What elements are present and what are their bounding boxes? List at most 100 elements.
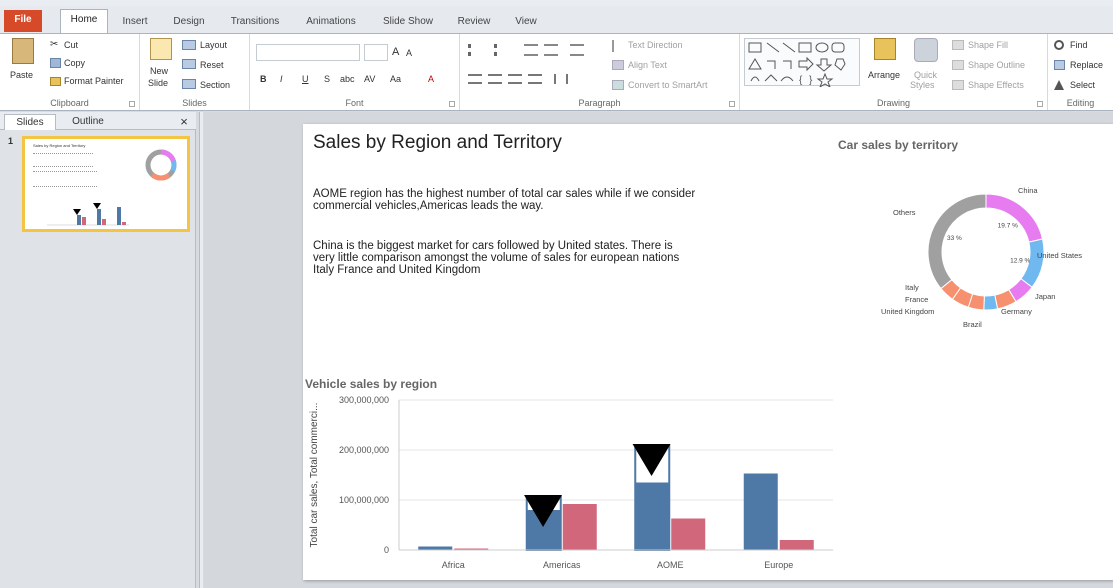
bold-button[interactable]: B: [260, 72, 267, 86]
tab-file[interactable]: File: [4, 10, 42, 32]
grow-font-button[interactable]: A: [392, 45, 399, 59]
decrease-indent-icon[interactable]: [524, 44, 538, 56]
donut-slice-china[interactable]: [985, 193, 1044, 243]
y-tick-label: 200,000,000: [339, 445, 389, 455]
thumbnail-text-1: [33, 153, 93, 167]
tab-animations[interactable]: Animations: [298, 12, 364, 34]
donut-label: Brazil: [963, 320, 982, 329]
donut-percent-label: 12.9 %: [1010, 257, 1030, 264]
columns-icon[interactable]: [554, 74, 568, 84]
donut-label: France: [905, 295, 928, 304]
bar-europe-series-1[interactable]: [743, 473, 778, 551]
font-color-button[interactable]: A: [428, 72, 434, 86]
font-size-combo[interactable]: [364, 44, 388, 61]
editing-label: Editing: [1066, 98, 1095, 108]
justify-icon[interactable]: [528, 74, 542, 84]
svg-text:}: }: [809, 75, 813, 86]
tab-slides-pane[interactable]: Slides: [4, 114, 56, 130]
tab-review[interactable]: Review: [452, 12, 496, 34]
shapes-gallery[interactable]: { }: [744, 38, 860, 89]
shape-fill-button[interactable]: Shape Fill: [968, 38, 1008, 52]
line-spacing-icon[interactable]: [570, 44, 584, 56]
tab-outline-pane[interactable]: Outline: [60, 114, 116, 130]
bar-aome-series-1[interactable]: [635, 482, 670, 551]
paragraph-group: Text Direction Align Text Convert to Sma…: [460, 34, 740, 110]
font-group: A A B I U S abc AV Aa A Font: [250, 34, 460, 110]
x-tick-label: Americas: [543, 560, 581, 570]
donut-label: United States: [1037, 251, 1082, 260]
tab-home[interactable]: Home: [60, 9, 108, 34]
font-launcher-icon[interactable]: [449, 101, 455, 107]
slide-paragraph-2[interactable]: China is the biggest market for cars fol…: [313, 240, 693, 276]
text-direction-button[interactable]: Text Direction: [628, 38, 683, 52]
y-tick-label: 0: [384, 545, 389, 555]
slide-number: 1: [8, 136, 14, 146]
bullets-icon[interactable]: [468, 44, 482, 56]
paste-button[interactable]: Paste: [10, 68, 33, 82]
pane-tabs: Slides Outline ×: [0, 112, 196, 130]
tab-transitions[interactable]: Transitions: [224, 12, 286, 34]
tab-design[interactable]: Design: [166, 12, 212, 34]
tab-insert[interactable]: Insert: [115, 12, 155, 34]
shape-outline-button[interactable]: Shape Outline: [968, 58, 1025, 72]
align-right-icon[interactable]: [508, 74, 522, 84]
tab-slide-show[interactable]: Slide Show: [376, 12, 440, 34]
select-button[interactable]: Select: [1070, 78, 1095, 92]
quick-styles-button-line2[interactable]: Styles: [910, 78, 935, 92]
format-painter-button[interactable]: Format Painter: [64, 74, 124, 88]
replace-button[interactable]: Replace: [1070, 58, 1103, 72]
bar-europe-series-2[interactable]: [779, 540, 814, 550]
numbering-icon[interactable]: [494, 44, 508, 56]
layout-button[interactable]: Layout: [200, 38, 227, 52]
font-name-combo[interactable]: [256, 44, 360, 61]
bar-aome-series-2[interactable]: [671, 518, 706, 551]
x-tick-label: AOME: [657, 560, 684, 570]
shrink-font-button[interactable]: A: [406, 46, 412, 60]
select-icon: [1054, 80, 1064, 90]
cut-button[interactable]: Cut: [64, 38, 78, 52]
strikethrough-abc-button[interactable]: abc: [340, 72, 355, 86]
bar-africa-series-1[interactable]: [418, 546, 453, 551]
svg-text:{: {: [799, 75, 803, 86]
slide-title[interactable]: Sales by Region and Territory: [313, 132, 562, 154]
align-left-icon[interactable]: [468, 74, 482, 84]
reset-icon: [182, 59, 196, 69]
bar-chart-title: Vehicle sales by region: [305, 377, 438, 391]
convert-smartart-button[interactable]: Convert to SmartArt: [628, 78, 708, 92]
donut-slice-brazil[interactable]: [983, 294, 999, 311]
donut-chart-title: Car sales by territory: [838, 138, 959, 152]
close-pane-icon[interactable]: ×: [176, 114, 192, 130]
reset-button[interactable]: Reset: [200, 58, 224, 72]
clipboard-launcher-icon[interactable]: [129, 101, 135, 107]
format-painter-icon: [50, 77, 61, 86]
thumbnail-donut: [145, 149, 177, 181]
slide-thumbnail[interactable]: Sales by Region and Territory: [22, 136, 190, 232]
donut-label: United Kingdom: [881, 307, 934, 316]
find-button[interactable]: Find: [1070, 38, 1088, 52]
bar-americas-series-2[interactable]: [562, 504, 597, 550]
italic-button[interactable]: I: [280, 72, 283, 86]
paragraph-label: Paragraph: [578, 98, 621, 108]
shape-effects-button[interactable]: Shape Effects: [968, 78, 1024, 92]
pane-splitter[interactable]: [199, 112, 203, 588]
drawing-label: Drawing: [876, 98, 910, 108]
change-case-button[interactable]: Aa: [390, 72, 401, 86]
y-tick-label: 300,000,000: [339, 395, 389, 405]
section-icon: [182, 79, 196, 89]
slide-paragraph-1[interactable]: AOME region has the highest number of to…: [313, 188, 703, 212]
find-icon: [1054, 40, 1064, 50]
increase-indent-icon[interactable]: [544, 44, 558, 56]
copy-button[interactable]: Copy: [64, 56, 85, 70]
align-text-button[interactable]: Align Text: [628, 58, 667, 72]
smartart-icon: [612, 80, 624, 90]
strikethrough-button[interactable]: S: [324, 72, 330, 86]
drawing-launcher-icon[interactable]: [1037, 101, 1043, 107]
align-center-icon[interactable]: [488, 74, 502, 84]
tab-view[interactable]: View: [508, 12, 544, 34]
section-button[interactable]: Section: [200, 78, 230, 92]
paragraph-launcher-icon[interactable]: [729, 101, 735, 107]
new-slide-button-line2[interactable]: Slide: [148, 76, 168, 90]
character-spacing-button[interactable]: AV: [364, 72, 375, 86]
arrange-button[interactable]: Arrange: [868, 68, 900, 82]
underline-button[interactable]: U: [302, 72, 309, 86]
